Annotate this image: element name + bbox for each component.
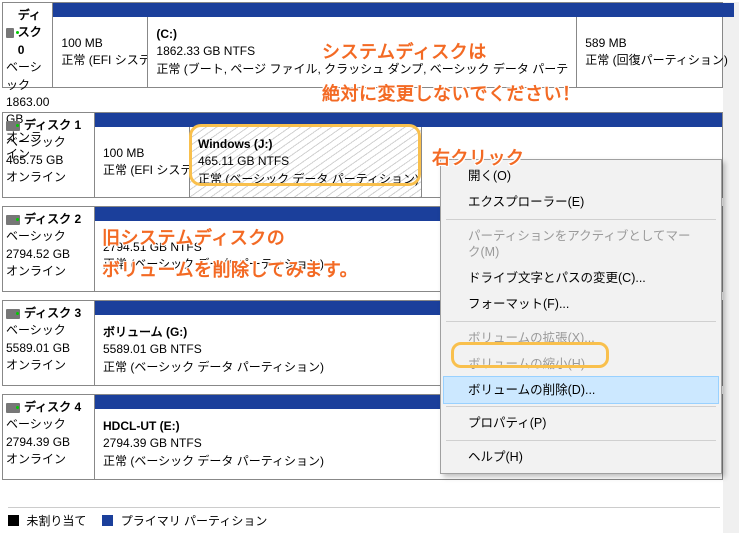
partition-cell[interactable]: (C:) 1862.33 GB NTFS 正常 (ブート, ページ ファイル, … — [147, 17, 576, 87]
disk-name: ディスク 4 — [24, 399, 81, 416]
disk-size: 2794.39 GB — [6, 434, 91, 451]
partition-status: 正常 (EFI システム — [61, 52, 139, 69]
disk-size: 2794.52 GB — [6, 246, 91, 263]
partition-size: 100 MB — [61, 35, 139, 52]
disk-name: ディスク 3 — [24, 305, 81, 322]
disk-info-cell[interactable]: ディスク 2 ベーシック 2794.52 GB オンライン — [3, 207, 95, 291]
legend-label-unallocated: 未割り当て — [26, 514, 86, 528]
partition-status: 正常 (回復パーティション) — [585, 52, 726, 69]
disk-size: 465.75 GB — [6, 152, 91, 169]
context-menu: 開く(O) エクスプローラー(E) パーティションをアクティブとしてマーク(M)… — [440, 159, 722, 474]
disk-type: ベーシック — [6, 134, 91, 151]
partition-status: 正常 (EFI システム — [103, 162, 181, 179]
partition-status: 正常 (ブート, ページ ファイル, クラッシュ ダンプ, ベーシック データ … — [156, 61, 568, 78]
partition-size: 100 MB — [103, 145, 181, 162]
disk-status: オンライン — [6, 451, 91, 468]
partition-cell[interactable]: 100 MB 正常 (EFI システム — [95, 127, 189, 197]
legend-swatch-primary — [102, 515, 113, 526]
menu-properties[interactable]: プロパティ(P) — [444, 410, 718, 436]
partition-title: (C:) — [156, 26, 568, 43]
menu-explorer[interactable]: エクスプローラー(E) — [444, 189, 718, 215]
disk-info-cell[interactable]: ディスク 0 ベーシック 1863.00 GB オンライン — [3, 3, 53, 87]
menu-open[interactable]: 開く(O) — [444, 163, 718, 189]
menu-separator — [446, 321, 716, 322]
disk-header-stripe — [53, 3, 734, 17]
menu-format[interactable]: フォーマット(F)... — [444, 291, 718, 317]
disk-icon — [6, 215, 20, 225]
legend: 未割り当て プライマリ パーティション — [8, 507, 720, 529]
disk-status: オンライン — [6, 357, 91, 374]
disk-info-cell[interactable]: ディスク 4 ベーシック 2794.39 GB オンライン — [3, 395, 95, 479]
disk-status: オンライン — [6, 169, 91, 186]
disk-type: ベーシック — [6, 322, 91, 339]
menu-extend-volume: ボリュームの拡張(X)... — [444, 325, 718, 351]
disk-header-stripe — [95, 113, 722, 127]
partition-cell-selected[interactable]: Windows (J:) 465.11 GB NTFS 正常 (ベーシック デー… — [189, 127, 421, 197]
menu-delete-volume[interactable]: ボリュームの削除(D)... — [444, 377, 718, 403]
partition-cell[interactable]: 100 MB 正常 (EFI システム — [53, 17, 147, 87]
disk-row-0[interactable]: ディスク 0 ベーシック 1863.00 GB オンライン 100 MB 正常 … — [2, 2, 723, 88]
disk-icon — [6, 28, 14, 38]
disk-name: ディスク 0 — [18, 7, 50, 59]
disk-icon — [6, 309, 20, 319]
menu-mark-active: パーティションをアクティブとしてマーク(M) — [444, 223, 718, 266]
partition-status: 正常 (ベーシック データ パーティション) — [198, 171, 413, 188]
disk-type: ベーシック — [6, 228, 91, 245]
disk-icon — [6, 403, 20, 413]
disk-size: 5589.01 GB — [6, 340, 91, 357]
disk-status: オンライン — [6, 263, 91, 280]
menu-change-drive-letter[interactable]: ドライブ文字とパスの変更(C)... — [444, 265, 718, 291]
disk-name: ディスク 1 — [24, 117, 81, 134]
legend-label-primary: プライマリ パーティション — [121, 514, 268, 528]
disk-name: ディスク 2 — [24, 211, 81, 228]
disk-icon — [6, 121, 20, 131]
legend-swatch-unallocated — [8, 515, 19, 526]
menu-help[interactable]: ヘルプ(H) — [444, 444, 718, 470]
menu-shrink-volume: ボリュームの縮小(H)... — [444, 351, 718, 377]
menu-separator — [446, 219, 716, 220]
partition-size: 1862.33 GB NTFS — [156, 43, 568, 60]
menu-separator — [446, 406, 716, 407]
disk-info-cell[interactable]: ディスク 3 ベーシック 5589.01 GB オンライン — [3, 301, 95, 385]
disk-info-cell[interactable]: ディスク 1 ベーシック 465.75 GB オンライン — [3, 113, 95, 197]
partition-size: 465.11 GB NTFS — [198, 153, 413, 170]
partition-title: Windows (J:) — [198, 136, 413, 153]
partition-size: 589 MB — [585, 35, 726, 52]
menu-separator — [446, 440, 716, 441]
disk-type: ベーシック — [6, 416, 91, 433]
partition-cell[interactable]: 589 MB 正常 (回復パーティション) — [576, 17, 734, 87]
disk-type: ベーシック — [6, 59, 49, 94]
